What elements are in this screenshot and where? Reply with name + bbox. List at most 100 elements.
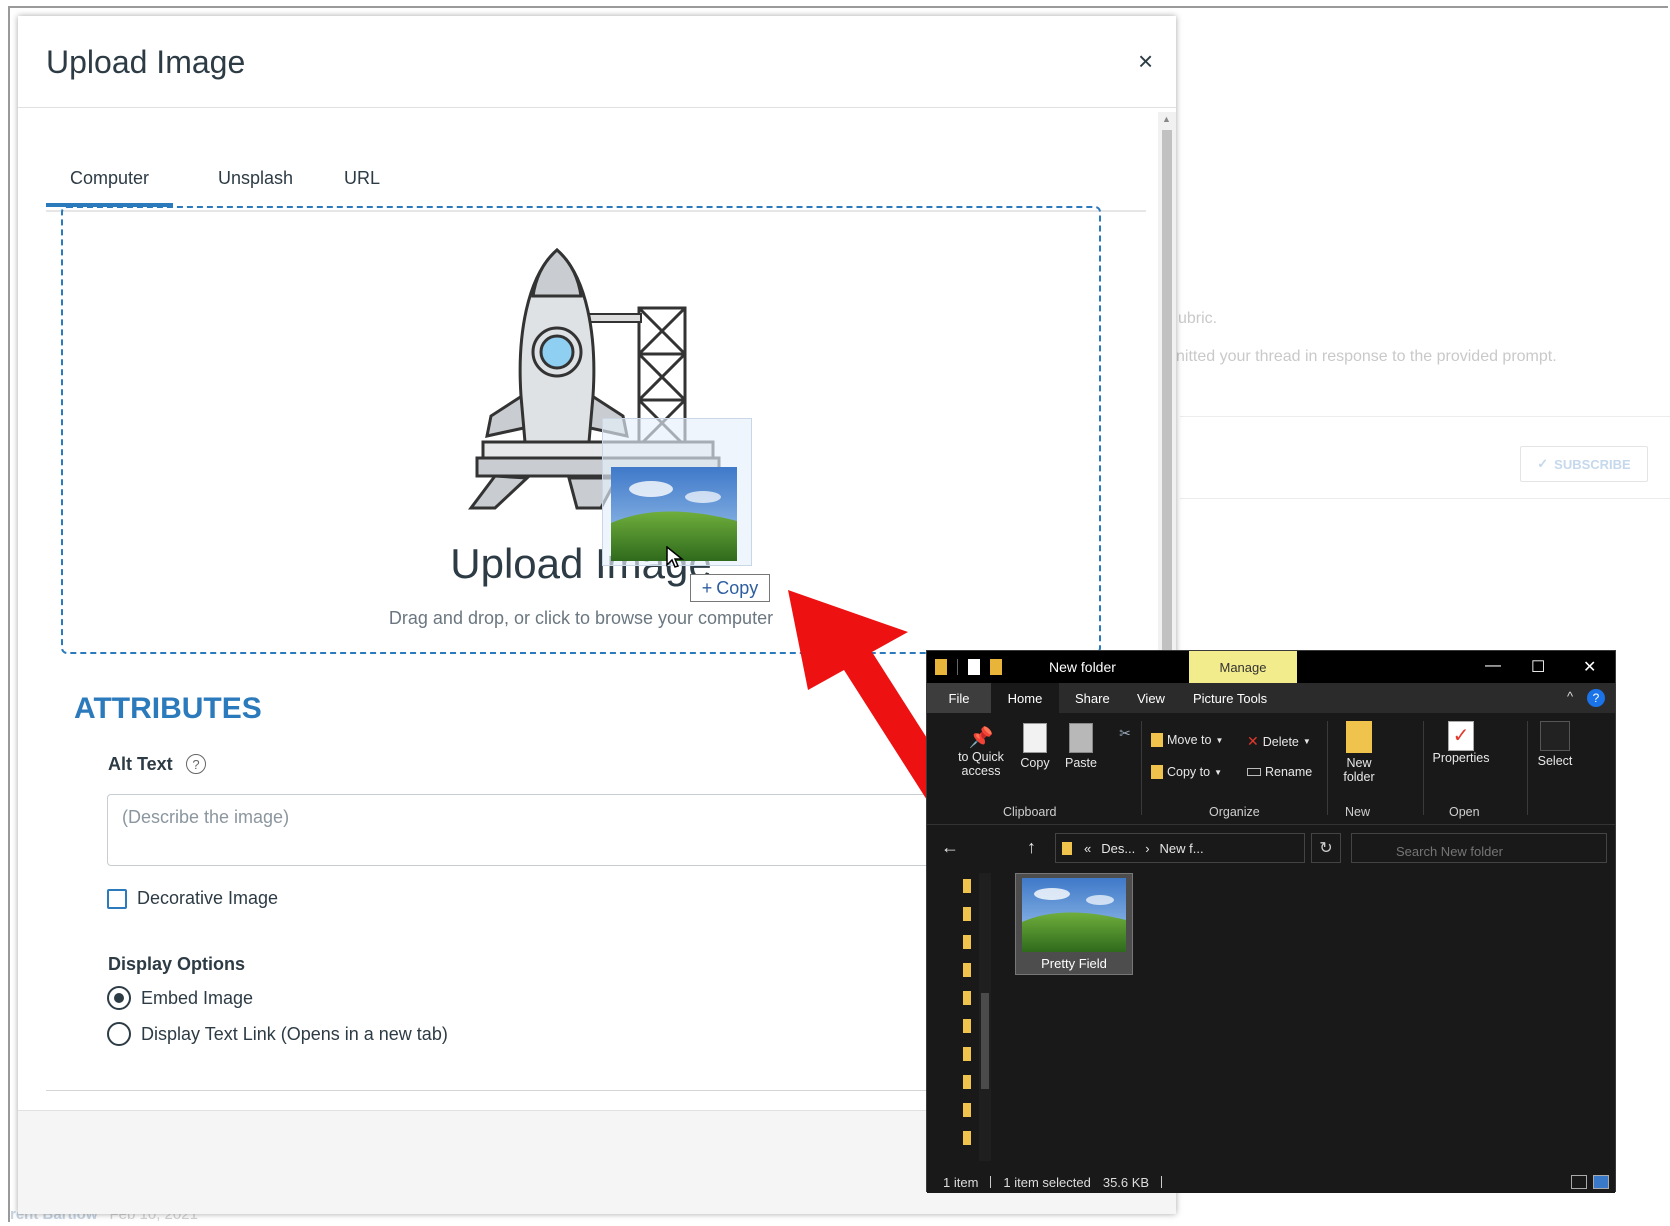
quick-access-toolbar xyxy=(935,659,1002,675)
radio-selected[interactable] xyxy=(107,986,131,1010)
nav-folder-icon[interactable] xyxy=(963,1103,971,1117)
minimize-icon[interactable]: — xyxy=(1485,657,1501,675)
nav-scrollbar[interactable] xyxy=(979,873,991,1161)
copy-to-label: Copy to xyxy=(1167,765,1211,779)
select-button[interactable]: Select xyxy=(1533,721,1577,768)
nav-folder-icon[interactable] xyxy=(963,1047,971,1061)
delete-label: Delete xyxy=(1262,734,1299,749)
tab-picture-tools[interactable]: Picture Tools xyxy=(1193,691,1267,706)
mouse-cursor-icon xyxy=(666,546,685,568)
breadcrumb-desktop[interactable]: Des... xyxy=(1101,841,1135,856)
ribbon-separator xyxy=(1141,721,1142,815)
subscribe-label: SUBSCRIBE xyxy=(1554,456,1631,472)
display-options-label: Display Options xyxy=(108,954,246,974)
selection-status: 1 item selected xyxy=(1003,1174,1091,1190)
nav-scroll-thumb[interactable] xyxy=(981,993,989,1089)
move-to-button[interactable]: Move to ▼ xyxy=(1151,733,1223,747)
back-icon[interactable]: ← xyxy=(941,837,959,858)
background-rubric-text: ubric. xyxy=(1178,310,1218,327)
tab-home[interactable]: Home xyxy=(991,683,1059,713)
selection-size: 35.6 KB xyxy=(1102,1174,1150,1190)
display-text-link-radio[interactable]: Display Text Link (Opens in a new tab) xyxy=(107,1022,448,1046)
nav-folder-icon[interactable] xyxy=(963,1019,971,1033)
source-tabs: Computer Unsplash URL xyxy=(46,154,1146,212)
rename-label: Rename xyxy=(1265,765,1313,779)
toolbar-separator xyxy=(957,659,958,675)
large-icons-view-icon[interactable] xyxy=(1593,1175,1609,1189)
subscribe-button[interactable]: ✓ SUBSCRIBE xyxy=(1520,446,1648,482)
folder-icon xyxy=(1062,842,1072,855)
select-label: Select xyxy=(1537,754,1573,768)
nav-folder-icon[interactable] xyxy=(963,935,971,949)
scroll-up-icon[interactable]: ▲ xyxy=(1162,114,1171,124)
tab-computer[interactable]: Computer xyxy=(46,168,174,207)
clipboard-group-label: Clipboard xyxy=(1003,805,1057,819)
file-name: Pretty Field xyxy=(1041,956,1107,971)
rename-button[interactable]: Rename xyxy=(1247,765,1312,779)
nav-folder-icon[interactable] xyxy=(963,907,971,921)
details-view-icon[interactable] xyxy=(1571,1175,1587,1189)
decorative-image-label: Decorative Image xyxy=(137,888,279,908)
maximize-icon[interactable]: ☐ xyxy=(1531,657,1545,677)
tab-url[interactable]: URL xyxy=(344,168,380,189)
chevron-right-icon: › xyxy=(1145,840,1150,856)
paste-button[interactable]: Paste xyxy=(1059,723,1103,770)
properties-button[interactable]: ✓ Properties xyxy=(1429,721,1493,765)
modal-title: Upload Image xyxy=(46,44,246,80)
dropzone-heading: Upload Image xyxy=(450,540,712,587)
status-bar: 1 item 1 item selected 35.6 KB xyxy=(927,1171,1615,1193)
paste-label: Paste xyxy=(1065,756,1097,770)
checkbox-box[interactable] xyxy=(107,888,127,909)
up-icon[interactable]: ↑ xyxy=(1027,837,1036,858)
modal-header: Upload Image × xyxy=(18,16,1176,108)
embed-image-radio[interactable]: Embed Image xyxy=(107,986,253,1010)
ribbon-separator xyxy=(1423,721,1424,815)
help-icon[interactable]: ? xyxy=(1587,689,1605,707)
pin-label: to Quick access xyxy=(958,750,1004,778)
radio-unselected[interactable] xyxy=(107,1022,131,1046)
nav-folder-icon[interactable] xyxy=(963,879,971,893)
nav-folder-icon[interactable] xyxy=(963,1131,971,1145)
nav-folder-icon[interactable] xyxy=(963,991,971,1005)
background-divider xyxy=(1180,416,1670,417)
address-bar[interactable]: « Des... › New f... xyxy=(1055,833,1305,863)
cut-icon[interactable]: ✂ xyxy=(1115,721,1135,745)
pin-quick-access-button[interactable]: 📌 to Quick access xyxy=(951,725,1011,778)
tab-share[interactable]: Share xyxy=(1075,691,1110,706)
file-item[interactable]: Pretty Field xyxy=(1015,873,1133,975)
display-text-link-label: Display Text Link (Opens in a new tab) xyxy=(141,1023,448,1044)
status-separator xyxy=(990,1176,992,1188)
new-folder-button[interactable]: New folder xyxy=(1337,721,1381,784)
tab-file[interactable]: File xyxy=(927,683,991,713)
ribbon-tabs: File Home Share View Picture Tools ^ ? xyxy=(927,683,1615,713)
close-icon[interactable]: ✕ xyxy=(1583,657,1596,677)
breadcrumb-new-folder[interactable]: New f... xyxy=(1160,841,1204,856)
tab-manage[interactable]: Manage xyxy=(1189,651,1297,683)
new-folder-icon[interactable] xyxy=(990,659,1002,675)
collapse-ribbon-icon[interactable]: ^ xyxy=(1567,689,1573,704)
upload-dropzone[interactable]: Upload Image Drag and drop, or click to … xyxy=(61,206,1101,654)
nav-folder-icon[interactable] xyxy=(963,963,971,977)
move-to-icon xyxy=(1151,733,1163,747)
search-input[interactable] xyxy=(1351,833,1607,863)
tab-view[interactable]: View xyxy=(1137,691,1165,706)
tab-unsplash[interactable]: Unsplash xyxy=(218,168,293,189)
chevron-left-icon: « xyxy=(1084,840,1092,856)
decorative-image-checkbox[interactable]: Decorative Image xyxy=(107,888,278,909)
nav-folder-icon[interactable] xyxy=(963,1075,971,1089)
ribbon: 📌 to Quick access Copy Paste ✂ Clipboard… xyxy=(927,713,1615,825)
explorer-titlebar: New folder Manage — ☐ ✕ xyxy=(927,651,1615,683)
folder-icon[interactable] xyxy=(935,659,947,675)
delete-button[interactable]: ✕ Delete ▼ xyxy=(1247,733,1311,750)
close-button[interactable]: × xyxy=(1138,46,1153,77)
open-group-label: Open xyxy=(1449,805,1480,819)
properties-check-icon[interactable] xyxy=(968,659,980,675)
copy-tooltip: + Copy xyxy=(690,574,770,602)
help-icon[interactable]: ? xyxy=(186,754,206,774)
paste-icon xyxy=(1069,723,1093,753)
check-icon: ✓ xyxy=(1537,456,1549,471)
embed-image-label: Embed Image xyxy=(141,987,254,1008)
refresh-icon[interactable]: ↻ xyxy=(1311,833,1341,863)
copy-button[interactable]: Copy xyxy=(1015,723,1055,770)
copy-to-button[interactable]: Copy to ▼ xyxy=(1151,765,1222,779)
